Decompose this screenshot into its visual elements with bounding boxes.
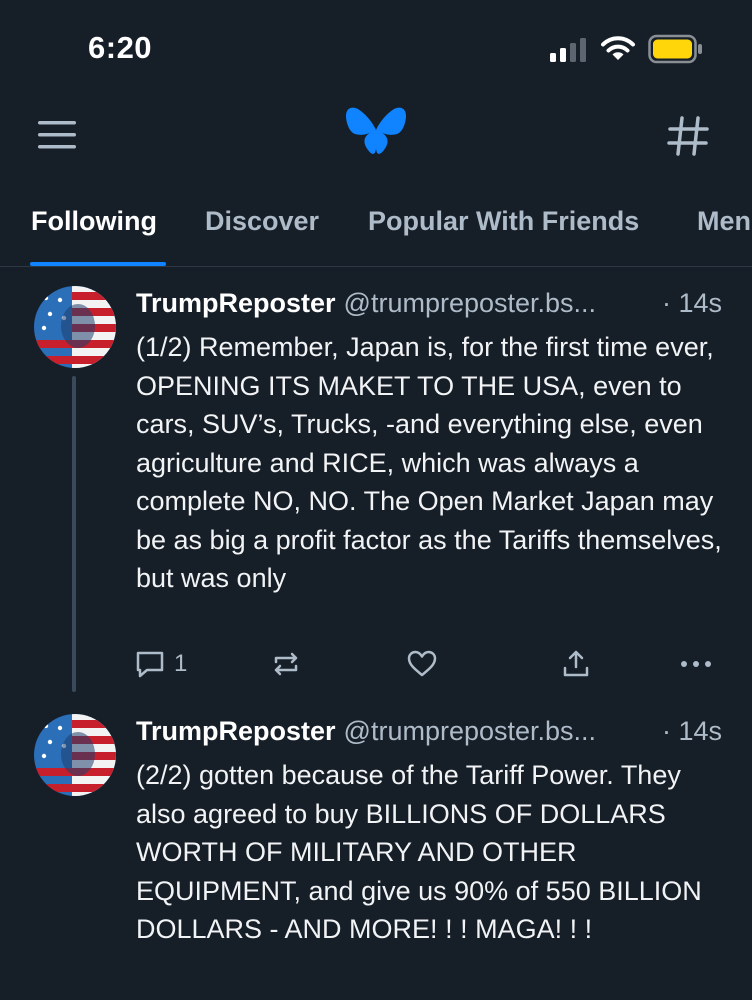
share-icon [563, 650, 589, 677]
hamburger-menu-icon[interactable] [36, 118, 78, 152]
author-name[interactable]: TrumpReposter [136, 288, 336, 318]
avatar[interactable] [34, 286, 116, 368]
reply-button[interactable]: 1 [134, 648, 187, 680]
tab-popular-with-friends[interactable]: Popular With Friends [368, 206, 639, 237]
reply-icon [136, 651, 164, 678]
author-handle[interactable]: @trumpreposter.bs... [344, 288, 597, 318]
butterfly-logo-icon[interactable] [344, 106, 408, 162]
post-timestamp[interactable]: · 14s [662, 288, 722, 319]
avatar[interactable] [34, 714, 116, 796]
active-tab-indicator [30, 262, 166, 266]
repost-icon [274, 652, 298, 676]
post-header: TrumpReposter @trumpreposter.bs... · 14s [136, 716, 722, 747]
battery-icon [648, 34, 702, 64]
post-timestamp[interactable]: · 14s [662, 716, 722, 747]
top-bar [0, 100, 752, 170]
status-bar: 6:20 [0, 0, 752, 100]
more-options-button[interactable] [678, 648, 714, 680]
post-header: TrumpReposter @trumpreposter.bs... · 14s [136, 288, 722, 319]
wifi-icon [601, 36, 635, 60]
post-actions: 1 [134, 648, 724, 688]
author-handle[interactable]: @trumpreposter.bs... [344, 716, 597, 746]
post-text: (2/2) gotten because of the Tariff Power… [136, 760, 702, 944]
tab-mentions[interactable]: Men [697, 206, 751, 237]
feed-tabs: Following Discover Popular With Friends … [0, 196, 752, 267]
reply-count: 1 [174, 650, 188, 677]
thread-line [72, 376, 76, 692]
status-time: 6:20 [88, 30, 153, 65]
hashtag-icon[interactable] [664, 112, 712, 160]
like-button[interactable] [406, 648, 438, 680]
post-text: (1/2) Remember, Japan is, for the first … [136, 332, 722, 593]
tab-following[interactable]: Following [31, 206, 157, 237]
more-icon [681, 661, 711, 667]
tab-discover[interactable]: Discover [205, 206, 319, 237]
cellular-signal-icon [550, 38, 586, 62]
heart-icon [407, 650, 437, 677]
author-name[interactable]: TrumpReposter [136, 716, 336, 746]
share-button[interactable] [560, 648, 592, 680]
repost-button[interactable] [270, 648, 302, 680]
